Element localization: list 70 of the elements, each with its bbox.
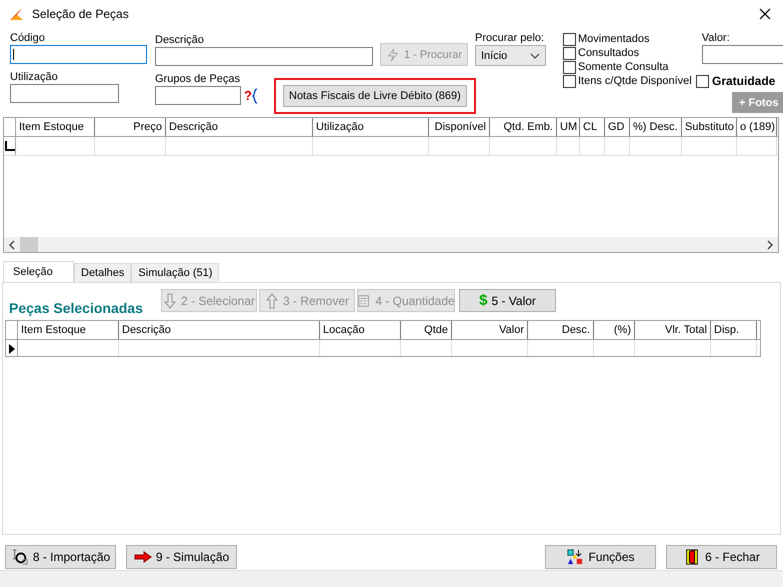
footer-button[interactable]: 9 - Simulação bbox=[126, 545, 237, 569]
checkbox[interactable] bbox=[563, 46, 576, 60]
field-label: Utilização bbox=[10, 71, 59, 84]
description-field[interactable] bbox=[155, 47, 373, 66]
horizontal-scrollbar[interactable] bbox=[4, 237, 778, 252]
column-header[interactable]: Disponível bbox=[429, 118, 490, 136]
row-pointer-icon bbox=[8, 344, 14, 354]
field-label: Procurar pelo: bbox=[475, 32, 546, 45]
field-label: Código bbox=[10, 32, 46, 45]
checkbox-label: Consultados bbox=[578, 47, 640, 59]
checkbox-label: Somente Consulta bbox=[578, 61, 668, 73]
column-header[interactable]: Valor bbox=[452, 321, 528, 339]
column-header[interactable]: (%) bbox=[594, 321, 635, 339]
calculator-icon bbox=[357, 292, 372, 308]
dollar-icon: $ bbox=[479, 292, 488, 309]
brace-icon bbox=[252, 88, 258, 104]
field-label: Valor: bbox=[702, 32, 731, 45]
checkbox-label: Itens c/Qtde Disponível bbox=[578, 75, 692, 87]
usage-field[interactable] bbox=[10, 84, 119, 103]
search-by-dropdown[interactable]: Início bbox=[475, 45, 546, 66]
help-button[interactable]: ? bbox=[244, 86, 264, 105]
code-field[interactable] bbox=[10, 45, 147, 64]
section-title: Peças Selecionadas bbox=[9, 300, 144, 316]
window-title: Seleção de Peças bbox=[32, 7, 130, 21]
column-header[interactable]: Locação bbox=[320, 321, 401, 339]
column-header[interactable]: UM bbox=[557, 118, 580, 136]
checkbox[interactable] bbox=[563, 74, 576, 88]
field-label: Descrição bbox=[155, 34, 205, 47]
checkbox[interactable] bbox=[563, 60, 576, 74]
import-icon bbox=[10, 549, 29, 565]
invoices-button[interactable]: Notas Fiscais de Livre Débito (869) bbox=[283, 85, 467, 107]
column-header[interactable]: Descrição bbox=[166, 118, 313, 136]
groups-field[interactable] bbox=[155, 86, 241, 105]
field-label: Grupos de Peças bbox=[155, 73, 241, 86]
checkbox-label: Gratuidade bbox=[712, 74, 776, 88]
lightning-icon bbox=[386, 46, 400, 62]
checkbox-label: Movimentados bbox=[578, 33, 650, 45]
chevron-down-icon bbox=[530, 52, 540, 58]
footer-button[interactable]: 8 - Importação bbox=[5, 545, 116, 569]
column-header[interactable]: Utilização bbox=[313, 118, 429, 136]
column-header[interactable]: Descrição bbox=[119, 321, 320, 339]
checkbox[interactable] bbox=[563, 32, 576, 46]
shapes-icon bbox=[566, 549, 584, 565]
arrow-down-icon bbox=[162, 292, 177, 308]
value-field[interactable] bbox=[702, 45, 783, 64]
action-button[interactable]: $ 5 - Valor bbox=[459, 289, 556, 312]
column-header[interactable]: Item Estoque bbox=[16, 118, 95, 136]
tab[interactable]: Seleção bbox=[3, 261, 74, 282]
tab[interactable]: Simulação (51) bbox=[131, 263, 220, 282]
column-header[interactable]: Substituto bbox=[682, 118, 737, 136]
column-header[interactable]: Item Estoque bbox=[18, 321, 119, 339]
close-icon[interactable] bbox=[759, 8, 771, 20]
arrow-up-icon bbox=[264, 292, 279, 308]
scrollbar-thumb[interactable] bbox=[20, 237, 38, 252]
row-indicator-icon bbox=[4, 141, 14, 151]
column-header[interactable]: Preço bbox=[95, 118, 166, 136]
column-header[interactable]: Vlr. Total bbox=[635, 321, 711, 339]
column-header[interactable]: Disp. bbox=[711, 321, 757, 339]
column-header[interactable]: GD bbox=[605, 118, 630, 136]
column-header[interactable]: Desc. bbox=[528, 321, 594, 339]
checkbox[interactable] bbox=[696, 74, 709, 88]
column-header[interactable]: Qtd. Emb. bbox=[490, 118, 557, 136]
footer-button[interactable]: 6 - Fechar bbox=[666, 545, 777, 569]
tab[interactable]: Detalhes bbox=[74, 263, 132, 282]
footer-button[interactable]: Funções bbox=[545, 545, 656, 569]
column-header[interactable]: %) Desc. bbox=[630, 118, 682, 136]
column-header[interactable]: CL bbox=[580, 118, 605, 136]
column-header[interactable]: o (189) bbox=[737, 118, 777, 136]
column-header[interactable]: Qtde bbox=[401, 321, 452, 339]
arrow-right-icon bbox=[134, 549, 152, 565]
